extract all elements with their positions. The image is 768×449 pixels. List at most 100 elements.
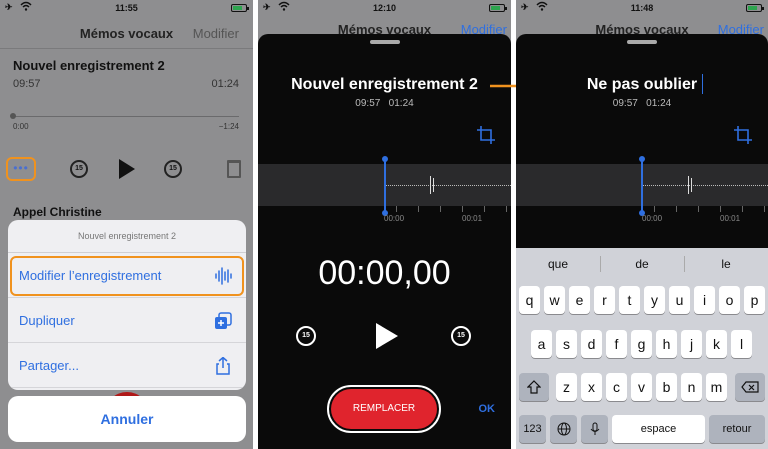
ok-button[interactable]: OK [479,403,496,415]
option-label: Partager... [19,358,79,373]
key-f[interactable]: f [606,330,627,358]
return-key[interactable]: retour [709,415,765,443]
recording-time: 09:57 [612,98,638,109]
playhead[interactable] [382,156,388,216]
skip-back-15-icon[interactable]: 15 [296,326,316,346]
key-z[interactable]: z [556,373,577,401]
crop-icon[interactable] [734,126,752,144]
play-icon[interactable] [374,321,400,351]
key-m[interactable]: m [706,373,727,401]
key-h[interactable]: h [656,330,677,358]
key-o[interactable]: o [719,286,740,314]
replace-button[interactable]: REMPLACER [331,389,437,429]
scrubber-track[interactable] [13,116,239,117]
key-c[interactable]: c [606,373,627,401]
battery-icon [746,4,764,12]
tick [764,206,765,212]
tick [698,206,699,212]
tick [418,206,419,212]
dictation-key[interactable] [581,415,608,443]
recording-title[interactable]: Nouvel enregistrement 2 [13,58,165,73]
shift-icon [526,380,542,394]
share-option[interactable]: Partager... [8,343,246,388]
status-bar: ✈ 11:55 [0,0,253,16]
key-r[interactable]: r [594,286,615,314]
list-item[interactable]: Appel Christine [13,205,102,219]
divider [0,48,253,49]
key-l[interactable]: l [731,330,752,358]
battery-icon [231,4,249,12]
panel-edit-recording: ✈ 12:10 Mémos vocaux Modifier Nouvel enr… [258,0,511,449]
suggestion-bar: que de le [516,248,768,280]
key-i[interactable]: i [694,286,715,314]
tick-label: 00:01 [720,214,741,223]
tick [462,206,463,212]
tick [654,206,655,212]
tick [676,206,677,212]
grabber-handle[interactable] [369,40,400,44]
tick [440,206,441,212]
key-q[interactable]: q [519,286,540,314]
key-s[interactable]: s [556,330,577,358]
recording-title[interactable]: Nouvel enregistrement 2 [258,76,511,94]
text-cursor [702,74,703,94]
key-y[interactable]: y [644,286,665,314]
key-w[interactable]: w [544,286,565,314]
recording-duration: 01:24 [211,78,239,90]
suggestion[interactable]: le [684,248,768,280]
nav-bar: Mémos vocaux Modifier [0,22,253,44]
space-key[interactable]: espace [612,415,705,443]
key-u[interactable]: u [669,286,690,314]
status-bar: ✈ 11:48 [516,0,768,16]
skip-forward-15-icon[interactable]: 15 [164,160,182,178]
more-options-button[interactable]: ••• [6,157,36,181]
key-p[interactable]: p [744,286,765,314]
numbers-key[interactable]: 123 [519,415,546,443]
tick [396,206,397,212]
key-d[interactable]: d [581,330,602,358]
duplicate-icon [215,312,232,329]
play-icon[interactable] [117,157,137,181]
timer-display: 00:00,00 [318,254,451,292]
playhead[interactable] [639,156,645,216]
backspace-key[interactable] [735,373,765,401]
key-k[interactable]: k [706,330,727,358]
key-e[interactable]: e [569,286,590,314]
status-time: 11:48 [630,3,654,13]
option-label: Dupliquer [19,313,75,328]
recording-title-input[interactable]: Ne pas oublier [516,76,768,94]
recording-duration: 01:24 [388,98,414,109]
waveform-bar [430,176,431,194]
grabber-handle[interactable] [627,40,657,44]
tick-label: 00:01 [462,214,483,223]
keyboard: que de le q w e r t y u i o p a s d f g … [516,248,768,449]
key-a[interactable]: a [531,330,552,358]
suggestion[interactable]: de [600,248,684,280]
duplicate-option[interactable]: Dupliquer [8,298,246,343]
shift-key[interactable] [519,373,549,401]
panel-rename-recording: ✈ 11:48 Mémos vocaux Modifier Ne pas oub… [516,0,768,449]
globe-key[interactable] [550,415,577,443]
crop-icon[interactable] [477,126,495,144]
recording-time: 09:57 [13,78,41,90]
skip-forward-15-icon[interactable]: 15 [451,326,471,346]
key-b[interactable]: b [656,373,677,401]
microphone-icon [590,422,599,435]
scrubber-knob[interactable] [10,113,16,119]
skip-back-15-icon[interactable]: 15 [70,160,88,178]
key-x[interactable]: x [581,373,602,401]
status-bar: ✈ 12:10 [258,0,511,16]
suggestion[interactable]: que [516,248,600,280]
edit-button[interactable]: Modifier [193,26,239,41]
action-sheet: Nouvel enregistrement 2 Modifier l’enreg… [8,220,246,390]
key-g[interactable]: g [631,330,652,358]
action-sheet-title: Nouvel enregistrement 2 [8,220,246,253]
key-n[interactable]: n [681,373,702,401]
key-j[interactable]: j [681,330,702,358]
battery-icon [489,4,507,12]
trash-icon[interactable] [227,160,241,178]
key-t[interactable]: t [619,286,640,314]
cancel-button[interactable]: Annuler [8,396,246,442]
key-v[interactable]: v [631,373,652,401]
status-time: 11:55 [115,3,138,13]
